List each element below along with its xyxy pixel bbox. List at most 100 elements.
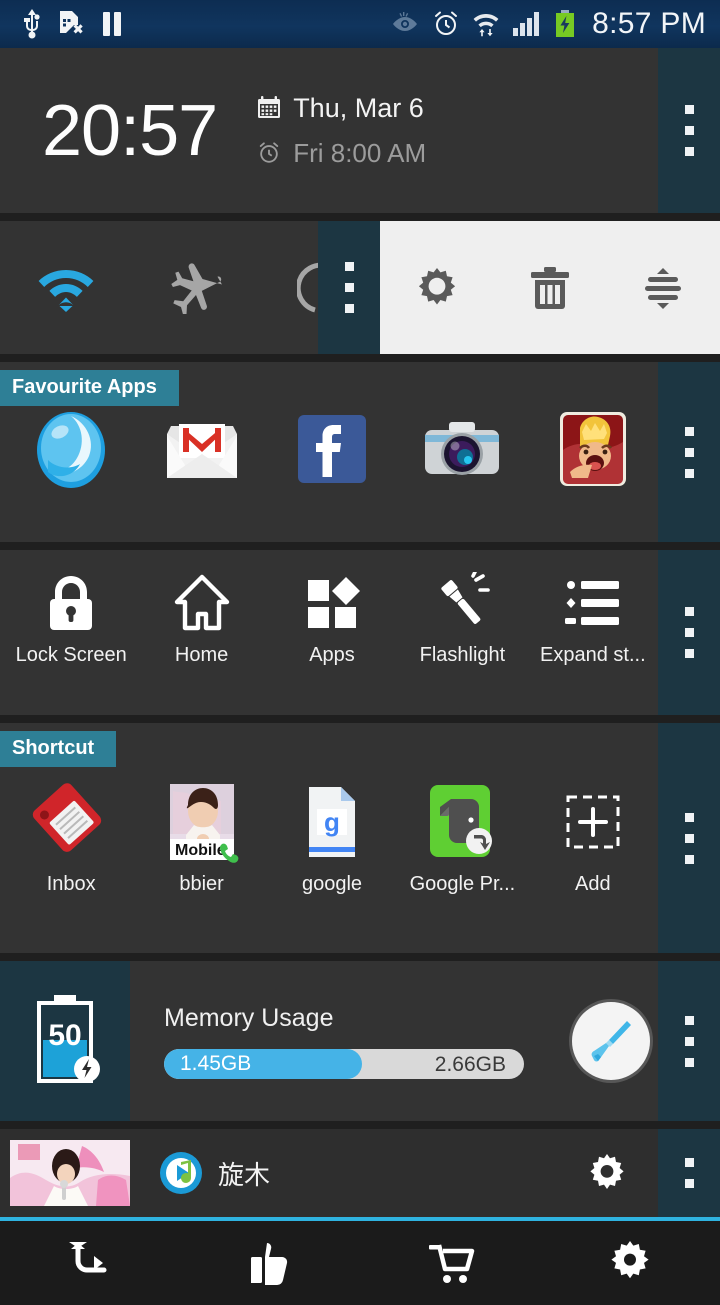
tool-label: Lock Screen <box>15 644 127 666</box>
gmail-icon <box>161 408 243 490</box>
home-icon <box>171 572 233 634</box>
toggles-drag-handle[interactable] <box>318 221 380 354</box>
row-divider <box>0 354 720 362</box>
drag-handle-dots-icon <box>344 262 354 313</box>
signal-bars-icon <box>512 11 542 37</box>
bottom-action-bar <box>0 1221 720 1305</box>
notification-title: 旋木 <box>218 1159 271 1190</box>
row-divider <box>0 1121 720 1129</box>
drag-handle-dots-icon <box>684 1015 694 1067</box>
tools-grid: Lock Screen Home Apps Flashlight Expand … <box>0 572 658 667</box>
tool-item-flashlight[interactable]: Flashlight <box>397 572 527 667</box>
battery-charging-icon <box>554 10 576 38</box>
memory-progress-bar: 1.45GB 2.66GB <box>164 1048 524 1079</box>
alarm-clock-icon <box>257 141 281 165</box>
flashlight-icon <box>431 572 493 634</box>
alarm-clock-icon <box>432 10 460 38</box>
tool-item-expand-status[interactable]: Expand st... <box>528 572 658 667</box>
evernote-shortcut-icon <box>421 781 503 863</box>
store-button[interactable] <box>360 1241 540 1285</box>
memory-total-label: 2.66GB <box>434 1052 506 1076</box>
drag-handle-dots-icon <box>684 1158 694 1188</box>
row-divider <box>0 542 720 550</box>
svg-text:g: g <box>324 807 340 837</box>
shortcut-item-add[interactable]: Add <box>528 781 658 896</box>
wifi-toggle[interactable] <box>0 264 131 312</box>
shortcut-label: bbier <box>179 873 224 895</box>
shortcut-item-inbox[interactable]: Inbox <box>6 781 136 896</box>
sort-action[interactable] <box>607 265 720 311</box>
memory-usage-row: 50 Memory Usage 1.45GB 2.66GB <box>0 961 720 1121</box>
shortcut-drag-handle[interactable] <box>658 723 720 953</box>
clock-alarm: Fri 8:00 AM <box>293 137 427 168</box>
svg-text:Mobile: Mobile <box>175 842 226 859</box>
boat-browser-icon <box>30 408 112 490</box>
facebook-icon <box>291 408 373 490</box>
favourite-apps-grid <box>0 408 658 500</box>
airplane-toggle[interactable] <box>131 262 262 314</box>
battery-level-text: 50 <box>48 1019 81 1052</box>
app-item-gmail[interactable] <box>136 408 266 500</box>
shortcut-item-google[interactable]: g google <box>267 781 397 896</box>
app-item-facebook[interactable] <box>267 408 397 500</box>
notification-panel: 20:57 Thu, Mar 6 Fri 8:00 AM Favourite A… <box>0 48 720 1221</box>
shortcut-row: Shortcut Inbox Mobile bbier g google Goo… <box>0 723 720 953</box>
clock-row-drag-handle[interactable] <box>658 48 720 213</box>
tools-drag-handle[interactable] <box>658 550 720 715</box>
quick-toggles-row <box>0 221 720 354</box>
shortcut-label: Inbox <box>46 873 96 895</box>
drag-handle-dots-icon <box>684 426 694 478</box>
broom-icon <box>587 1017 635 1065</box>
contact-photo-icon: Mobile <box>161 781 243 863</box>
tool-item-apps[interactable]: Apps <box>267 572 397 667</box>
date-line: Thu, Mar 6 <box>257 93 426 124</box>
tool-label: Home <box>174 644 229 666</box>
status-bar-clock: 8:57 PM <box>592 7 706 40</box>
shortcut-item-google-pr[interactable]: Google Pr... <box>397 781 527 896</box>
album-art-thumbnail <box>10 1140 130 1206</box>
like-button[interactable] <box>180 1241 360 1285</box>
drag-handle-dots-icon <box>684 812 694 864</box>
clock-widget-row: 20:57 Thu, Mar 6 Fri 8:00 AM <box>0 48 720 213</box>
status-bar-left-icons <box>0 9 124 39</box>
trash-icon <box>528 265 572 311</box>
smart-stay-eye-icon <box>390 12 420 36</box>
clock-time: 20:57 <box>42 90 218 171</box>
row-divider <box>0 213 720 221</box>
delete-action[interactable] <box>493 265 606 311</box>
list-icon <box>562 572 624 634</box>
app-item-camera[interactable] <box>397 408 527 500</box>
favourite-apps-drag-handle[interactable] <box>658 362 720 542</box>
clean-memory-button[interactable] <box>572 1002 650 1080</box>
tool-item-lock-screen[interactable]: Lock Screen <box>6 572 136 667</box>
favourite-apps-header: Favourite Apps <box>0 370 179 406</box>
music-player-icon <box>158 1150 204 1196</box>
row-divider <box>0 953 720 961</box>
shortcut-header: Shortcut <box>0 731 117 767</box>
memory-body: Memory Usage 1.45GB 2.66GB <box>130 961 720 1121</box>
battery-widget[interactable]: 50 <box>0 961 130 1121</box>
toggles-action-overlay <box>380 221 720 354</box>
settings-button[interactable] <box>540 1240 720 1286</box>
tool-item-home[interactable]: Home <box>136 572 266 667</box>
drag-handle-dots-icon <box>684 607 694 658</box>
music-notification-row[interactable]: 旋木 <box>0 1129 720 1217</box>
notification-drag-handle[interactable] <box>658 1129 720 1217</box>
gear-icon <box>607 1240 653 1286</box>
back-button[interactable] <box>0 1241 180 1285</box>
shortcut-item-contact[interactable]: Mobile bbier <box>136 781 266 896</box>
notification-settings-button[interactable] <box>586 1152 628 1194</box>
tools-row: Lock Screen Home Apps Flashlight Expand … <box>0 550 720 715</box>
clock-date: Thu, Mar 6 <box>293 92 424 123</box>
status-bar: 8:57 PM <box>0 0 720 48</box>
sim-card-missing-icon <box>58 9 84 39</box>
calendar-icon <box>257 96 281 120</box>
memory-drag-handle[interactable] <box>658 961 720 1121</box>
settings-action[interactable] <box>380 265 493 311</box>
apps-grid-icon <box>301 572 363 634</box>
app-item-clash-of-clans[interactable] <box>528 408 658 500</box>
favourite-apps-row: Favourite Apps <box>0 362 720 542</box>
shortcut-label: Add <box>575 873 611 895</box>
app-item-boat-browser[interactable] <box>6 408 136 500</box>
usb-icon <box>22 9 42 39</box>
